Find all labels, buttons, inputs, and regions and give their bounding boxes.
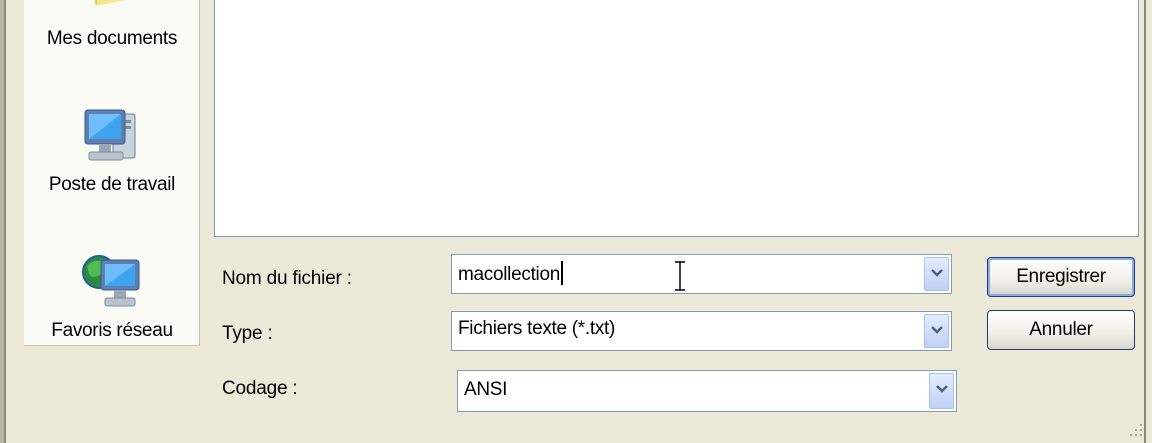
resize-grip-icon[interactable] [1126,420,1144,438]
chevron-down-icon [931,269,943,277]
my-computer-icon [24,106,200,168]
places-item-label: Mes documents [46,28,178,49]
text-caret [561,261,564,285]
my-documents-folder-icon [24,0,200,20]
encoding-label: Codage : [222,378,298,399]
chevron-down-icon [936,385,948,393]
type-label: Type : [222,323,273,344]
encoding-dropdown-button[interactable] [929,373,954,409]
places-item-network-places[interactable]: Favoris réseau [24,250,200,342]
filename-combobox[interactable]: macollection [451,254,952,294]
filename-input[interactable]: macollection [458,261,564,286]
dialog-right-border [1144,0,1152,443]
cancel-button[interactable]: Annuler [987,310,1135,350]
file-list-view[interactable] [214,0,1139,237]
places-item-label: Favoris réseau [51,320,173,341]
encoding-combobox[interactable]: ANSI [457,370,957,412]
filename-label: Nom du fichier : [222,268,352,289]
filename-dropdown-button[interactable] [924,257,949,291]
places-bar: Mes documents Poste de travail Favoris r… [24,0,200,346]
filename-value: macollection [458,264,561,285]
type-value: Fichiers texte (*.txt) [458,318,616,339]
ibeam-cursor-icon [674,261,686,296]
save-button[interactable]: Enregistrer [987,257,1135,297]
dialog-left-border [0,0,6,443]
encoding-value: ANSI [464,379,508,400]
type-combobox[interactable]: Fichiers texte (*.txt) [451,311,952,351]
places-item-my-documents[interactable]: Mes documents [24,0,200,50]
chevron-down-icon [931,326,943,334]
places-item-label: Poste de travail [48,174,176,195]
network-places-icon [24,250,200,312]
places-item-my-computer[interactable]: Poste de travail [24,106,200,196]
type-dropdown-button[interactable] [924,314,949,348]
